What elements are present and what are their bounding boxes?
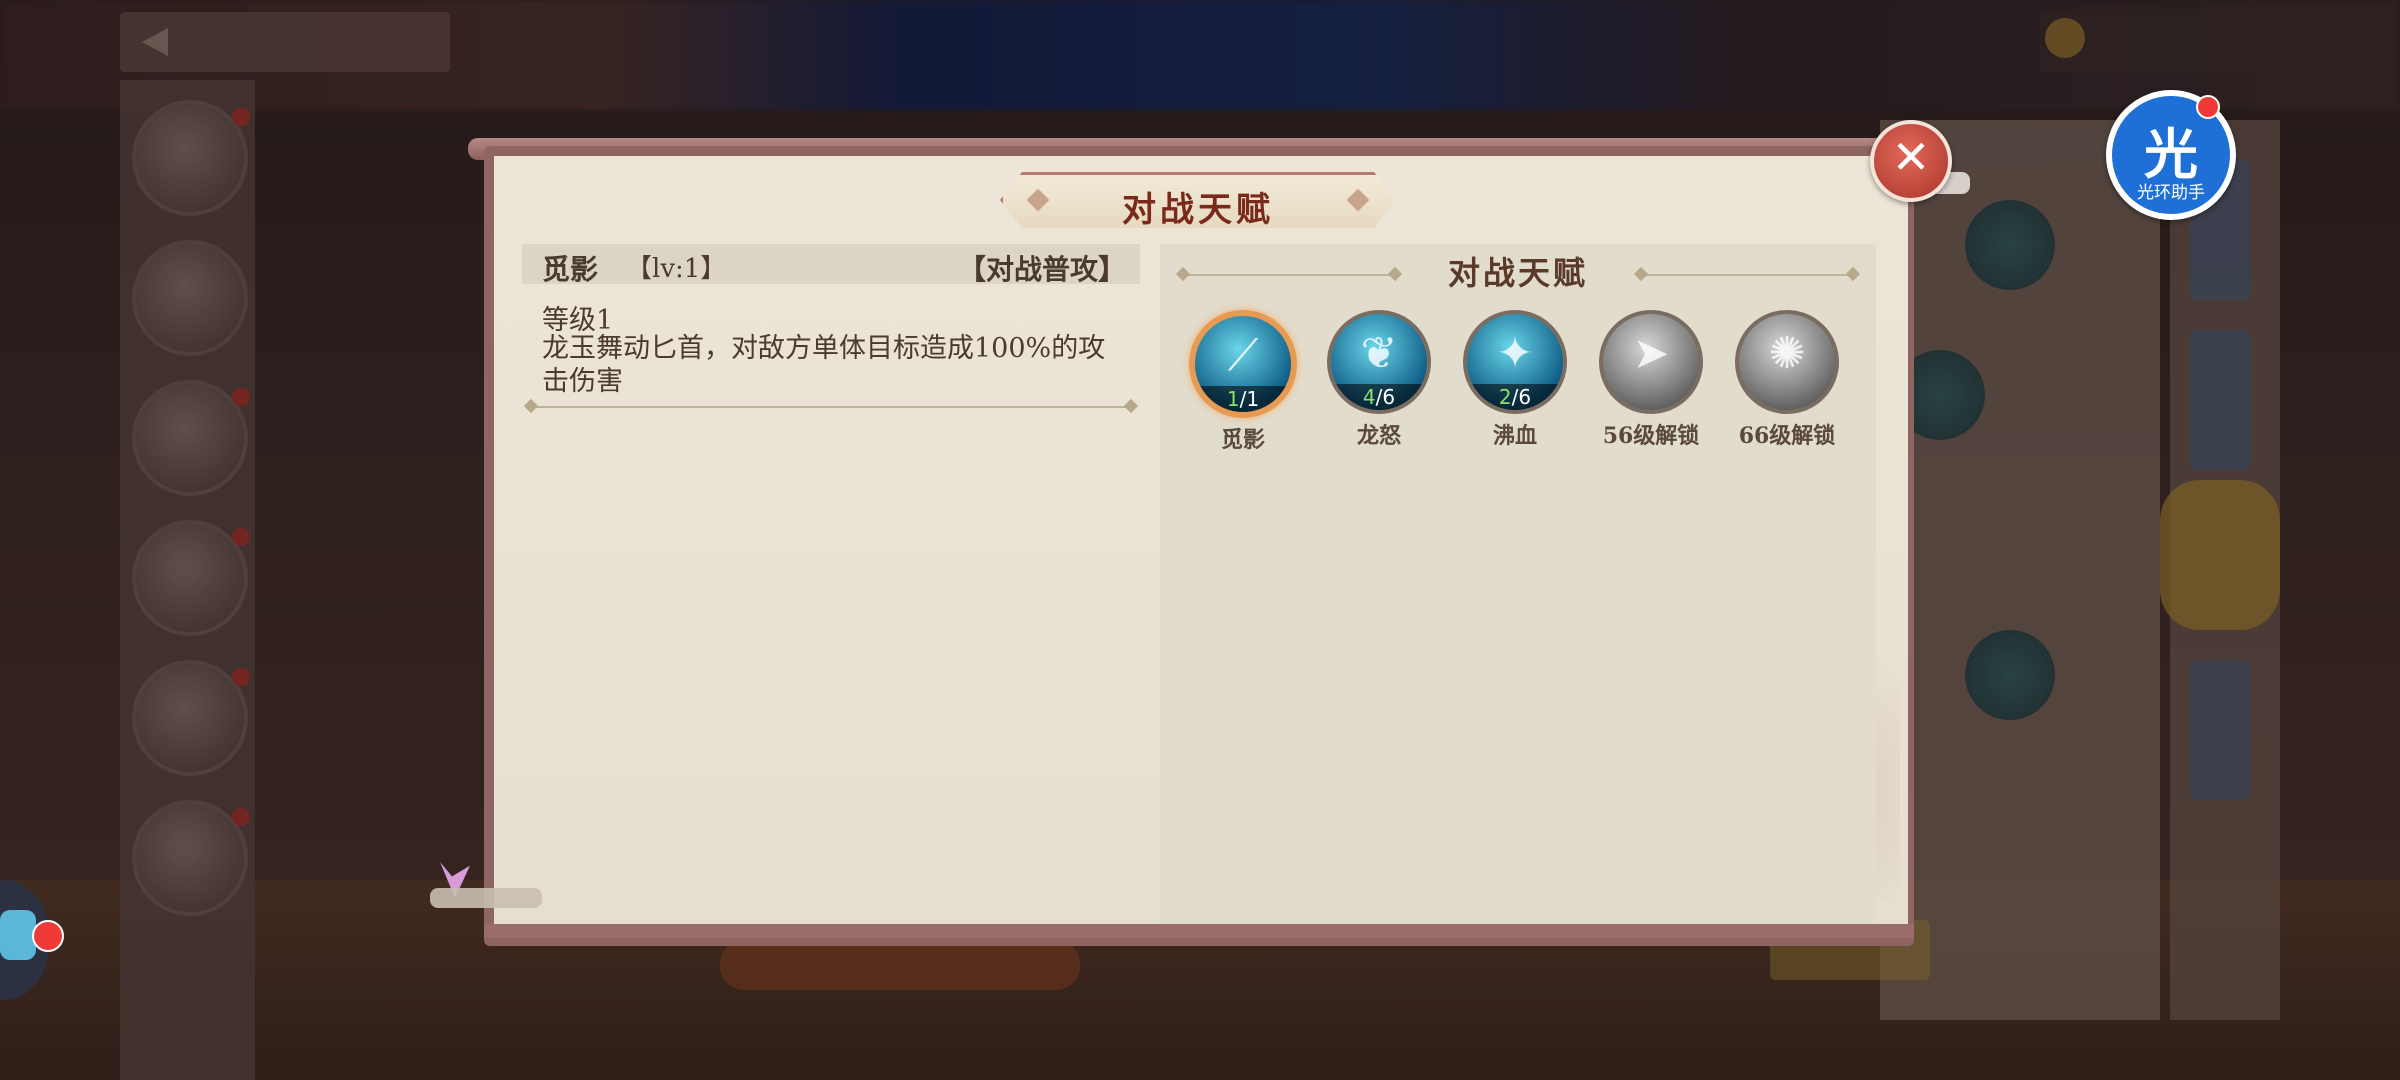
section-divider — [532, 406, 1130, 408]
dialog-title-plate: 对战天赋 — [1000, 172, 1396, 230]
notification-dot — [32, 920, 64, 952]
close-icon: ✕ — [1891, 130, 1931, 184]
skill-header: 觅影 【lv:1】 【对战普攻】 — [522, 244, 1140, 286]
decorative-tab — [430, 888, 542, 908]
talent-name: 沸血 — [1492, 423, 1537, 449]
halo-helper-label: 光环助手 — [2137, 183, 2205, 203]
talent-item-miying[interactable]: ⟋ 1/1 觅影 — [1188, 310, 1298, 454]
skill-level-tag: 【lv:1】 — [626, 254, 727, 284]
talent-glyph: ➤ — [1632, 328, 1670, 379]
assistant-face-icon — [0, 910, 36, 960]
skill-type-tag: 【对战普攻】 — [957, 253, 1126, 286]
talent-name: 觅影 — [1220, 427, 1265, 453]
talent-glyph: ❦ — [1360, 328, 1398, 379]
talent-count: 2/6 — [1467, 384, 1563, 410]
talent-glyph: ⟋ — [1227, 330, 1259, 381]
skill-description: 龙玉舞动匕首，对敌方单体目标造成100%的攻击伤害 — [542, 333, 1106, 397]
talent-unlock-label: 66级解锁 — [1738, 423, 1836, 449]
shockwave-icon: ✺ — [1735, 310, 1839, 414]
notification-dot — [2196, 95, 2220, 119]
talent-list-panel: 对战天赋 ⟋ 1/1 觅影 ❦ 4/6 龙怒 ✦ 2/6 沸血 ➤ 56级解锁 … — [1160, 244, 1876, 924]
talent-list-heading: 对战天赋 — [1447, 254, 1588, 292]
talent-glyph: ✦ — [1496, 328, 1534, 379]
dragon-icon: ❦ 4/6 — [1327, 310, 1431, 414]
talent-unlock-label: 56级解锁 — [1602, 423, 1700, 449]
skill-name: 觅影 — [542, 253, 599, 286]
blade-slash-icon: ⟋ 1/1 — [1189, 310, 1297, 418]
talent-count: 4/6 — [1331, 384, 1427, 410]
talent-item-feixue[interactable]: ✦ 2/6 沸血 — [1460, 310, 1570, 450]
close-button[interactable]: ✕ — [1870, 120, 1952, 202]
talent-item-locked-56[interactable]: ➤ 56级解锁 — [1596, 310, 1706, 450]
talent-glyph: ✺ — [1768, 328, 1806, 379]
talent-item-locked-66[interactable]: ✺ 66级解锁 — [1732, 310, 1842, 450]
skill-detail-panel: 觅影 【lv:1】 【对战普攻】 等级1 龙玉舞动匕首，对敌方单体目标造成100… — [522, 244, 1140, 924]
dash-icon: ➤ — [1599, 310, 1703, 414]
talent-count: 1/1 — [1195, 386, 1291, 412]
ice-burst-icon: ✦ 2/6 — [1463, 310, 1567, 414]
dialog-bottom-edge — [484, 924, 1914, 938]
talent-name: 龙怒 — [1356, 423, 1401, 449]
heading-divider-right — [1642, 274, 1852, 276]
talent-item-longnu[interactable]: ❦ 4/6 龙怒 — [1324, 310, 1434, 450]
dialog-title: 对战天赋 — [1122, 190, 1274, 230]
